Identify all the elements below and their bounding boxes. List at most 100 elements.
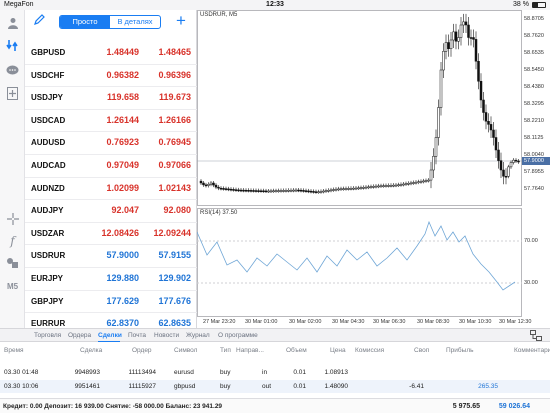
cell-swap: -6.41 <box>409 383 424 390</box>
price-chart[interactable] <box>197 10 550 328</box>
column-header[interactable]: Сделка <box>80 347 102 354</box>
current-price-label: 57.9000 <box>522 157 550 165</box>
column-header[interactable]: Комментарий <box>514 347 550 354</box>
tab-1[interactable]: Торговля <box>34 332 61 339</box>
price-axis-label: 58.4380 <box>524 84 544 90</box>
column-header[interactable]: Прибыль <box>446 347 474 354</box>
cell-order: 11115927 <box>128 383 156 390</box>
user-icon[interactable] <box>4 14 21 31</box>
cell-symbol: gbpusd <box>174 383 196 390</box>
objects-icon[interactable] <box>4 254 21 271</box>
table-row[interactable]: 03.30 01:48 9948993 11113494 eurusd buy in 0.0… <box>0 366 550 379</box>
quote-ask: 177.676 <box>158 295 191 306</box>
detailed-view-button[interactable]: В деталях <box>110 16 160 28</box>
column-header[interactable]: Символ <box>174 347 197 354</box>
quote-row[interactable]: USDCHF 0.96382 0.96396 <box>25 65 197 88</box>
tab-6[interactable]: Журнал <box>186 332 210 339</box>
quote-symbol: EURJPY <box>31 273 64 283</box>
column-header[interactable]: Направ... <box>236 347 264 354</box>
battery-indicator: 38 % <box>513 1 546 8</box>
plus-icon[interactable]: + <box>173 12 189 30</box>
quote-bid: 0.96382 <box>106 69 139 80</box>
cell-direction: in <box>262 369 268 376</box>
price-axis-label: 58.5450 <box>524 67 544 73</box>
crosshair-icon[interactable] <box>4 210 21 227</box>
clock: 12:33 <box>266 1 284 8</box>
column-header[interactable]: Комиссия <box>355 347 384 354</box>
quote-ask: 129.902 <box>158 272 191 283</box>
cell-price: 1.08913 <box>324 369 349 376</box>
timeframe-button[interactable]: M5 <box>4 278 21 295</box>
column-header[interactable]: Ордер <box>132 347 152 354</box>
quote-symbol: GBPJPY <box>31 296 64 306</box>
quote-row[interactable]: AUDNZD 1.02099 1.02143 <box>25 178 197 201</box>
quote-row[interactable]: GBPJPY 177.629 177.676 <box>25 291 197 314</box>
quote-symbol: GBPUSD <box>31 48 66 57</box>
quote-bid: 1.26144 <box>106 114 139 125</box>
quote-ask: 0.97066 <box>158 159 191 170</box>
quote-bid: 62.8370 <box>106 318 139 329</box>
chat-icon[interactable] <box>4 62 21 79</box>
quote-bid: 0.97049 <box>106 159 139 170</box>
price-axis-label: 58.3295 <box>524 101 544 107</box>
quote-ask: 62.8635 <box>158 318 191 329</box>
table-row[interactable]: 03.30 10:06 9951461 11115927 gbpusd buy out 0.… <box>0 380 550 393</box>
quotes-icon[interactable] <box>4 37 21 54</box>
tab-7[interactable]: О программе <box>218 332 258 339</box>
tab-3[interactable]: Сделки <box>98 332 122 339</box>
indicator-title: RSI(14) 37.50 <box>200 210 238 216</box>
new-order-icon[interactable] <box>4 85 21 102</box>
column-header[interactable]: Тип <box>220 347 231 354</box>
quote-row[interactable]: USDRUR 57.9000 57.9155 <box>25 245 197 268</box>
time-axis-label: 30 Mar 08:30 <box>417 319 450 325</box>
column-header[interactable]: Объем <box>286 347 307 354</box>
quote-bid: 177.629 <box>106 295 139 306</box>
quote-row[interactable]: AUDJPY 92.047 92.080 <box>25 200 197 223</box>
quotes-toolbar: Просто В деталях + <box>25 10 197 34</box>
cell-deal: 9948993 <box>74 369 100 376</box>
battery-icon <box>532 1 546 8</box>
time-axis-label: 30 Mar 01:00 <box>245 319 278 325</box>
cell-order: 11113494 <box>128 369 156 376</box>
quote-symbol: EURRUR <box>31 319 66 329</box>
simple-view-button[interactable]: Просто <box>60 16 110 28</box>
layout-icon[interactable] <box>530 330 542 344</box>
tab-5[interactable]: Новости <box>154 332 179 339</box>
column-header[interactable]: Своп <box>414 347 429 354</box>
time-axis-label: 30 Mar 04:30 <box>332 319 365 325</box>
function-icon[interactable]: f <box>4 232 21 249</box>
quote-bid: 1.02099 <box>106 182 139 193</box>
quote-row[interactable]: AUDUSD 0.76923 0.76945 <box>25 132 197 155</box>
quote-symbol: USDZAR <box>31 228 65 238</box>
price-axis-label: 58.8705 <box>524 16 544 22</box>
quote-ask: 1.48465 <box>158 47 191 57</box>
column-header[interactable]: Цена <box>330 347 346 354</box>
quote-ask: 0.96396 <box>158 69 191 80</box>
quote-symbol: USDCHF <box>31 70 65 80</box>
quote-symbol: AUDCAD <box>31 160 66 170</box>
price-axis-label: 58.2210 <box>524 118 544 124</box>
view-mode-toggle: Просто В деталях <box>59 15 161 29</box>
quote-bid: 92.047 <box>111 205 139 216</box>
bottom-tab-bar: Торговля Ордера Сделки Почта Новости Журнал О … <box>0 328 550 342</box>
quote-row[interactable]: AUDCAD 0.97049 0.97066 <box>25 155 197 178</box>
cell-type: buy <box>220 383 231 390</box>
column-header[interactable]: Время <box>4 347 24 354</box>
quote-bid: 12.08426 <box>101 227 139 238</box>
quote-row[interactable]: EURJPY 129.880 129.902 <box>25 268 197 291</box>
quote-row[interactable]: USDZAR 12.08426 12.09244 <box>25 223 197 246</box>
tab-2[interactable]: Ордера <box>68 332 91 339</box>
quote-row[interactable]: USDJPY 119.658 119.673 <box>25 87 197 110</box>
quote-row[interactable]: USDCAD 1.26144 1.26166 <box>25 110 197 133</box>
quote-symbol: USDRUR <box>31 251 66 261</box>
cell-profit: 265.35 <box>478 383 498 390</box>
quote-row[interactable]: GBPUSD 1.48449 1.48465 <box>25 42 197 65</box>
chart-title: USDRUR, M5 <box>200 12 238 18</box>
pencil-icon[interactable] <box>33 14 47 28</box>
cell-volume: 0.01 <box>293 369 306 376</box>
quote-bid: 129.880 <box>106 272 139 283</box>
time-axis-label: 27 Mar 23:20 <box>203 319 236 325</box>
cell-time: 03.30 01:48 <box>4 369 39 376</box>
tab-4[interactable]: Почта <box>128 332 146 339</box>
chart-area[interactable]: USDRUR, M5 RSI(14) 37.50 58.8705 58.7620 5… <box>197 10 550 328</box>
